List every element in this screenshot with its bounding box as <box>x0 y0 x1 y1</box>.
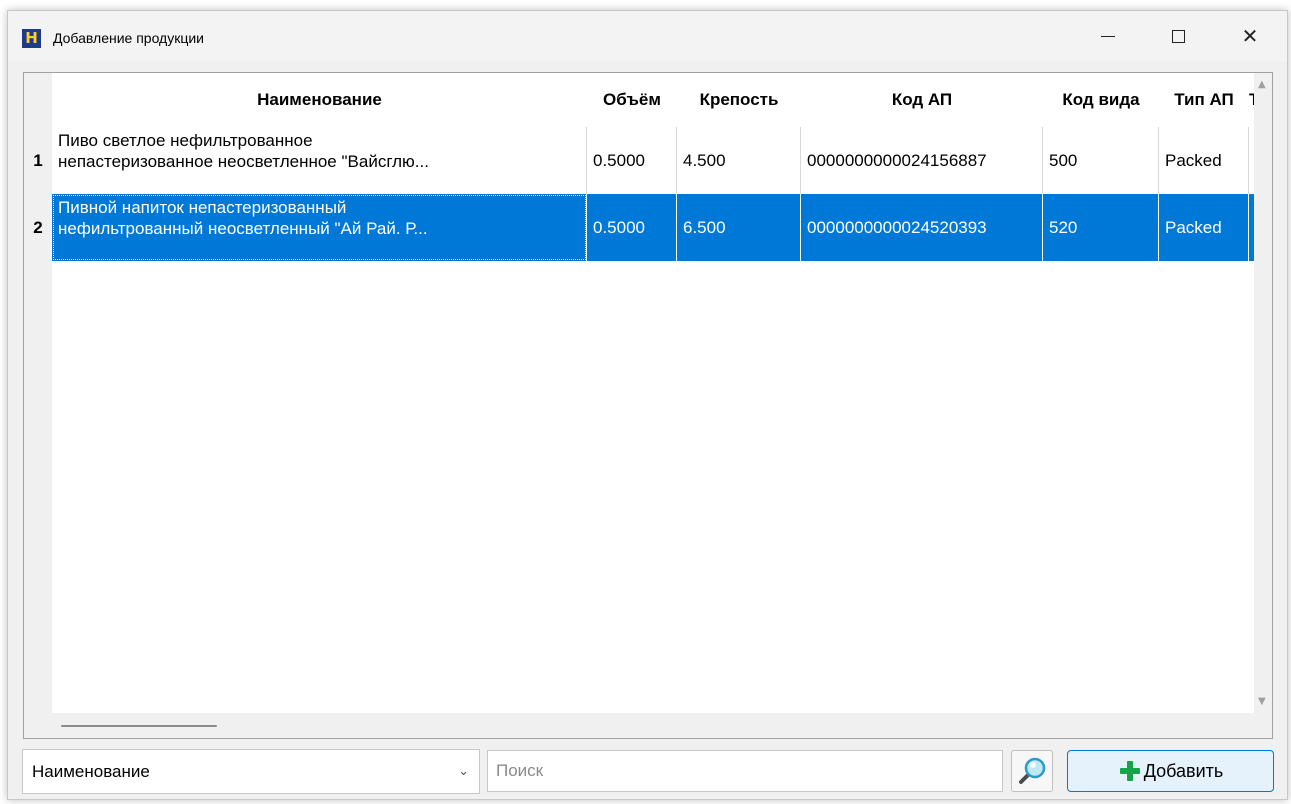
row-number[interactable]: 2 <box>24 194 52 261</box>
cell-ap-type[interactable]: Packed <box>1159 127 1249 194</box>
minimize-icon <box>1101 35 1115 37</box>
close-button[interactable]: ✕ <box>1221 11 1279 61</box>
cell-name-line: Пиво светлое нефильтрованное <box>58 131 313 150</box>
table-row[interactable]: 1 Пиво светлое нефильтрованное непастери… <box>24 127 1254 194</box>
cell-code[interactable]: 0000000000024520393 <box>801 194 1043 261</box>
maximize-button[interactable] <box>1149 11 1207 61</box>
horizontal-scrollbar[interactable] <box>24 713 1254 738</box>
cell-volume[interactable]: 0.5000 <box>587 194 677 261</box>
cell-volume[interactable]: 0.5000 <box>587 127 677 194</box>
scroll-down-icon[interactable]: ▼ <box>1258 696 1266 707</box>
cell-name-line: нефильтрованный неосветленный "Ай Рай. Р… <box>58 219 428 238</box>
vertical-scrollbar[interactable]: ▲ ▼ <box>1254 73 1272 713</box>
products-table[interactable]: Наименование Объём Крепость Код АП Код в… <box>23 72 1273 739</box>
row-number[interactable]: 1 <box>24 127 52 194</box>
window-title: Добавление продукции <box>53 30 205 46</box>
scroll-corner <box>1254 713 1272 738</box>
minimize-button[interactable] <box>1079 11 1137 61</box>
column-header-type-code[interactable]: Код вида <box>1043 73 1159 127</box>
search-field-select[interactable]: Наименование ⌄ <box>22 749 480 794</box>
table-row-selected[interactable]: 2 Пивной напиток непастеризованный нефил… <box>24 194 1254 261</box>
search-field-value: Наименование <box>32 762 150 781</box>
table-viewport: Наименование Объём Крепость Код АП Код в… <box>24 73 1254 713</box>
cell-type-code[interactable]: 500 <box>1043 127 1159 194</box>
app-logo-icon: H <box>22 29 41 48</box>
cell-code[interactable]: 0000000000024156887 <box>801 127 1043 194</box>
bottom-toolbar: Наименование ⌄ Добавить <box>8 743 1287 799</box>
cell-strength[interactable]: 4.500 <box>677 127 801 194</box>
scroll-up-icon[interactable]: ▲ <box>1258 79 1266 90</box>
magnifier-icon <box>1019 757 1046 784</box>
close-icon: ✕ <box>1241 24 1259 48</box>
chevron-down-icon: ⌄ <box>458 764 469 779</box>
cell-ap-type[interactable]: Packed <box>1159 194 1249 261</box>
add-button[interactable]: Добавить <box>1067 750 1274 792</box>
column-header-strength[interactable]: Крепость <box>677 73 801 127</box>
column-header-name[interactable]: Наименование <box>52 73 587 127</box>
column-header-ap-type[interactable]: Тип АП <box>1159 73 1249 127</box>
add-button-label: Добавить <box>1143 760 1224 781</box>
cell-name-line: Пивной напиток непастеризованный <box>58 198 347 217</box>
cell-name-line: непастеризованное неосветленное "Вайсглю… <box>58 152 429 171</box>
table-header: Наименование Объём Крепость Код АП Код в… <box>52 73 1254 127</box>
search-input[interactable] <box>487 750 1003 792</box>
cell-name[interactable]: Пиво светлое нефильтрованное непастеризо… <box>52 127 587 194</box>
search-button[interactable] <box>1011 750 1053 792</box>
horizontal-scroll-thumb[interactable] <box>61 725 217 727</box>
cell-type-code[interactable]: 520 <box>1043 194 1159 261</box>
plus-icon <box>1119 761 1140 781</box>
column-header-volume[interactable]: Объём <box>587 73 677 127</box>
dialog-window: H Добавление продукции ✕ Наименование Об… <box>7 10 1288 800</box>
column-header-code[interactable]: Код АП <box>801 73 1043 127</box>
title-bar[interactable]: H Добавление продукции ✕ <box>8 11 1287 61</box>
maximize-icon <box>1171 29 1185 43</box>
cell-name[interactable]: Пивной напиток непастеризованный нефильт… <box>52 194 587 261</box>
cell-strength[interactable]: 6.500 <box>677 194 801 261</box>
